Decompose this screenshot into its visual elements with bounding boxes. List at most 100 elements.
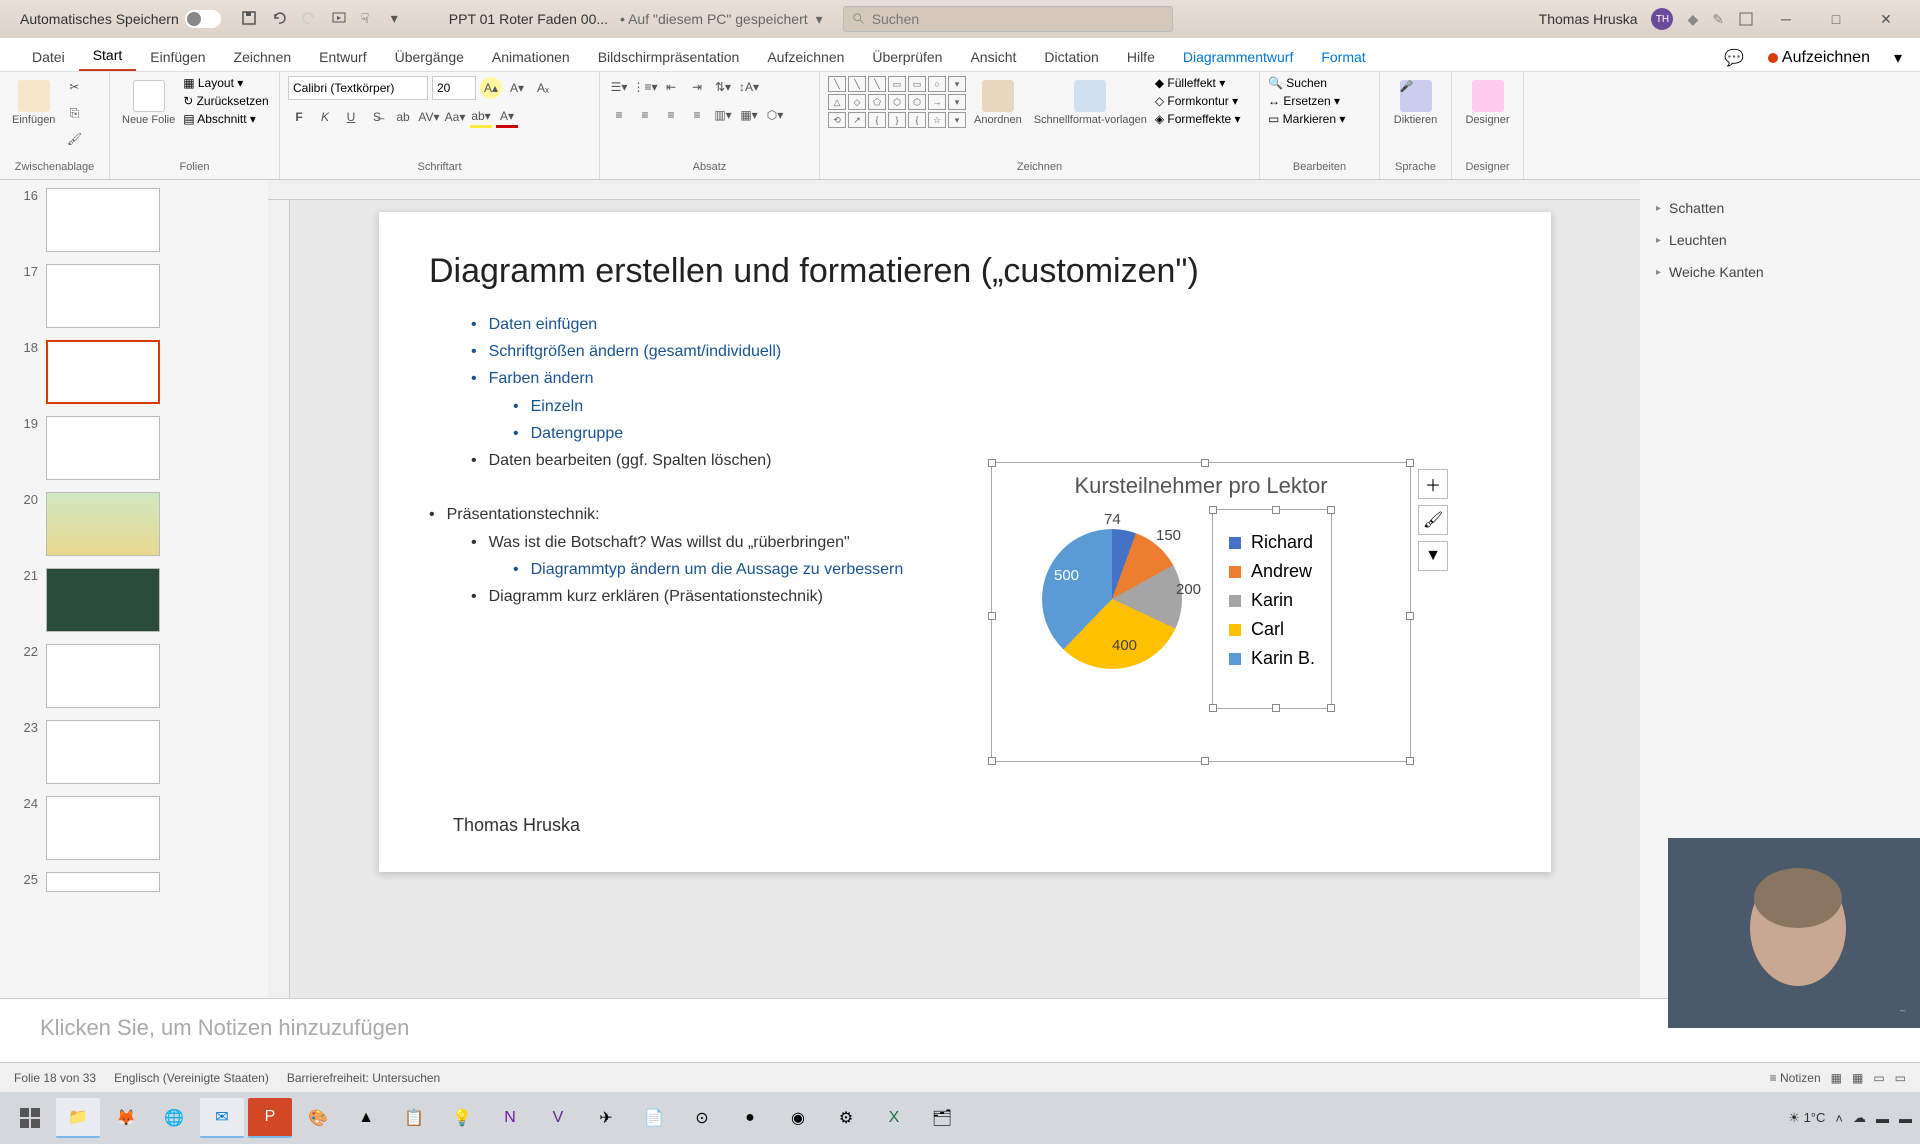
search-box[interactable]: Suchen	[843, 6, 1173, 32]
dictate-button[interactable]: 🎤Diktieren	[1388, 76, 1443, 130]
chart-elements-button[interactable]: ＋	[1418, 469, 1448, 499]
app-icon-1[interactable]: 🎨	[296, 1098, 340, 1138]
start-button[interactable]	[8, 1098, 52, 1138]
accessibility-check[interactable]: Barrierefreiheit: Untersuchen	[287, 1071, 440, 1085]
align-text-icon[interactable]: ▦▾	[738, 104, 760, 126]
vlc-icon[interactable]: ▲	[344, 1098, 388, 1138]
tab-datei[interactable]: Datei	[18, 43, 79, 71]
glow-section[interactable]: Leuchten	[1652, 224, 1908, 256]
tab-start[interactable]: Start	[79, 41, 137, 71]
new-slide-button[interactable]: Neue Folie	[118, 76, 179, 130]
firefox-icon[interactable]: 🦊	[104, 1098, 148, 1138]
cut-icon[interactable]: ✂	[63, 76, 85, 98]
shapes-gallery[interactable]: ╲╲╲▭▭○▾ △◇⬠⬡⬡→▾ ⟲↗{}{☆▾	[828, 76, 966, 128]
thumbnail-24[interactable]	[46, 796, 160, 860]
touch-mode-icon[interactable]: ☟	[361, 10, 379, 28]
autosave-toggle[interactable]	[185, 10, 221, 28]
find-button[interactable]: 🔍 Suchen	[1268, 76, 1371, 90]
thumbnail-16[interactable]	[46, 188, 160, 252]
justify-icon[interactable]: ≡	[686, 104, 708, 126]
outlook-icon[interactable]: ✉	[200, 1098, 244, 1138]
thumbnail-22[interactable]	[46, 644, 160, 708]
strike-icon[interactable]: S̶	[366, 106, 388, 128]
clear-format-icon[interactable]: Aₓ	[532, 77, 554, 99]
numbering-icon[interactable]: ⋮≡▾	[634, 76, 656, 98]
arrange-button[interactable]: Anordnen	[970, 76, 1026, 130]
chart-styles-button[interactable]: 🖌	[1418, 505, 1448, 535]
slide-title[interactable]: Diagramm erstellen und formatieren („cus…	[429, 252, 1501, 291]
indent-inc-icon[interactable]: ⇥	[686, 76, 708, 98]
text-direction-icon[interactable]: ↕A▾	[738, 76, 760, 98]
tab-dictation[interactable]: Dictation	[1030, 43, 1112, 71]
comments-icon[interactable]: 💬	[1724, 48, 1744, 68]
weather-widget[interactable]: ☀ 1°C	[1788, 1110, 1825, 1126]
thumbnail-20[interactable]	[46, 492, 160, 556]
decrease-font-icon[interactable]: A▾	[506, 77, 528, 99]
slideshow-icon[interactable]	[331, 10, 349, 28]
tab-zeichnen[interactable]: Zeichnen	[220, 43, 306, 71]
explorer-icon[interactable]: 📁	[56, 1098, 100, 1138]
sorter-view-icon[interactable]: ▦	[1852, 1071, 1863, 1085]
copy-icon[interactable]: ⎘	[63, 102, 85, 124]
select-button[interactable]: ▭ Markieren ▾	[1268, 112, 1371, 126]
spacing-icon[interactable]: AV▾	[418, 106, 440, 128]
tab-einfuegen[interactable]: Einfügen	[136, 43, 219, 71]
chrome-icon[interactable]: 🌐	[152, 1098, 196, 1138]
fill-button[interactable]: ◆ Fülleffekt ▾	[1155, 76, 1241, 90]
window-icon[interactable]	[1738, 11, 1754, 27]
align-right-icon[interactable]: ≡	[660, 104, 682, 126]
quickstyles-button[interactable]: Schnellformat-vorlagen	[1030, 76, 1151, 130]
app-icon-3[interactable]: 💡	[440, 1098, 484, 1138]
diamond-icon[interactable]: ◆	[1687, 11, 1698, 28]
tab-hilfe[interactable]: Hilfe	[1113, 43, 1169, 71]
slideshow-view-icon[interactable]: ▭	[1895, 1071, 1906, 1085]
tab-uebergaenge[interactable]: Übergänge	[381, 43, 478, 71]
effects-button[interactable]: ◈ Formeffekte ▾	[1155, 112, 1241, 126]
slide-canvas[interactable]: Diagramm erstellen und formatieren („cus…	[379, 212, 1551, 872]
tab-animationen[interactable]: Animationen	[478, 43, 584, 71]
close-button[interactable]: ✕	[1868, 5, 1904, 33]
columns-icon[interactable]: ▥▾	[712, 104, 734, 126]
settings-icon[interactable]: ⚙	[824, 1098, 868, 1138]
line-spacing-icon[interactable]: ⇅▾	[712, 76, 734, 98]
section-button[interactable]: ▤ Abschnitt ▾	[183, 112, 268, 126]
chart-filter-button[interactable]: ▼	[1418, 541, 1448, 571]
layout-button[interactable]: ▦ Layout ▾	[183, 76, 268, 90]
telegram-icon[interactable]: ✈	[584, 1098, 628, 1138]
redo-icon[interactable]	[301, 10, 319, 28]
maximize-button[interactable]: □	[1818, 5, 1854, 33]
notes-pane[interactable]: Klicken Sie, um Notizen hinzuzufügen	[0, 998, 1920, 1062]
thumbnail-25[interactable]	[46, 872, 160, 892]
powerpoint-icon[interactable]: P	[248, 1098, 292, 1138]
paste-button[interactable]: Einfügen	[8, 76, 59, 130]
italic-icon[interactable]: K	[314, 106, 336, 128]
chart-title[interactable]: Kursteilnehmer pro Lektor	[992, 463, 1410, 509]
align-center-icon[interactable]: ≡	[634, 104, 656, 126]
share-icon[interactable]: ▾	[1894, 48, 1902, 68]
soft-edges-section[interactable]: Weiche Kanten	[1652, 256, 1908, 288]
tab-entwurf[interactable]: Entwurf	[305, 43, 380, 71]
underline-icon[interactable]: U	[340, 106, 362, 128]
format-painter-icon[interactable]: 🖌	[63, 128, 85, 150]
tab-ansicht[interactable]: Ansicht	[956, 43, 1030, 71]
font-family-select[interactable]	[288, 76, 428, 100]
outline-button[interactable]: ◇ Formkontur ▾	[1155, 94, 1241, 108]
language-indicator[interactable]: Englisch (Vereinigte Staaten)	[114, 1071, 269, 1085]
battery-icon[interactable]: ▬	[1876, 1111, 1889, 1126]
tab-bildschirmpraesentation[interactable]: Bildschirmpräsentation	[584, 43, 754, 71]
case-icon[interactable]: Aa▾	[444, 106, 466, 128]
increase-font-icon[interactable]: A▴	[480, 77, 502, 99]
tab-format[interactable]: Format	[1307, 43, 1379, 71]
bullets-icon[interactable]: ☰▾	[608, 76, 630, 98]
network-icon[interactable]: ▬	[1899, 1111, 1912, 1126]
replace-button[interactable]: ↔ Ersetzen ▾	[1268, 94, 1371, 108]
bold-icon[interactable]: F	[288, 106, 310, 128]
thumbnail-21[interactable]	[46, 568, 160, 632]
record-button[interactable]: Aufzeichnen	[1758, 45, 1880, 71]
highlight-icon[interactable]: ab▾	[470, 106, 492, 128]
save-icon[interactable]	[241, 10, 259, 28]
app-icon-7[interactable]: ◉	[776, 1098, 820, 1138]
user-avatar[interactable]: TH	[1651, 8, 1673, 30]
shadow-icon[interactable]: ab	[392, 106, 414, 128]
reset-button[interactable]: ↻ Zurücksetzen	[183, 94, 268, 108]
